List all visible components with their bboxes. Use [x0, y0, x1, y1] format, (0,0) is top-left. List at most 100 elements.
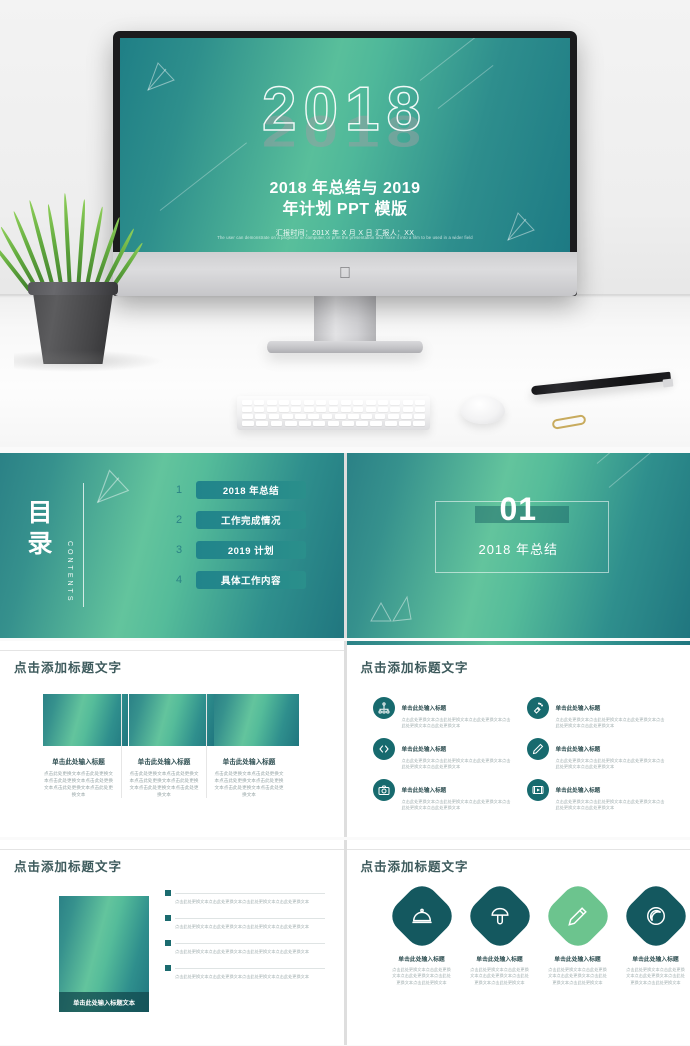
year-headline: 2018	[261, 74, 428, 144]
ppt-template-preview: 2018 2018 2018 年总结与 2019 年计划 PPT 模版 汇报时间…	[0, 0, 690, 1046]
content-card[interactable]: 单击此处输入标题 点击此处更换文本点击此处更换文本点击此处更换文本点击此处更换文…	[206, 694, 299, 798]
diamonds-slide[interactable]: 点击添加标题文字 单击此处输入标题 点击此处更换文本点击此处更换文本点击此处更换…	[346, 840, 690, 1045]
icon-item-body: 点击此处更换文本点击此处更换文本点击此处更换文本点击此处更换文本点击此处更换文本	[555, 799, 665, 810]
bullet-item[interactable]: 点击此处更换文本点击此处更换文本点击此处更换文本点击此处更换文本	[165, 965, 325, 980]
contents-item-label: 2019 计划	[196, 541, 306, 559]
card-heading: 单击此处输入标题	[222, 759, 276, 766]
cards-slide[interactable]: 点击添加标题文字 单击此处输入标题 点击此处更换文本点击此处更换文本点击此处更换…	[0, 641, 344, 837]
diamond-heading: 单击此处输入标题	[554, 957, 601, 963]
icon-list-item[interactable]: 单击此处输入标题 点击此处更换文本点击此处更换文本点击此处更换文本点击此处更换文…	[372, 738, 513, 774]
slide-row-2: 点击添加标题文字 单击此处输入标题 点击此处更换文本点击此处更换文本点击此处更换…	[0, 641, 690, 837]
imac-monitor: 2018 2018 2018 年总结与 2019 年计划 PPT 模版 汇报时间…	[113, 31, 577, 296]
contents-english-label: CONTENTS	[66, 541, 73, 604]
plant-shadow	[14, 350, 164, 372]
section-subtitle: 2018 年总结	[478, 542, 559, 557]
icon-list-slide[interactable]: 点击添加标题文字 单击此处输入标题 点击此处更换文本点击此处更换文本点击此处更换…	[346, 641, 690, 837]
cards-container: 单击此处输入标题 点击此处更换文本点击此处更换文本点击此处更换文本点击此处更换文…	[36, 694, 299, 798]
contents-item-number: 1	[176, 484, 183, 496]
diamond-heading: 单击此处输入标题	[398, 957, 445, 963]
contents-item-label: 具体工作内容	[196, 571, 306, 589]
content-card[interactable]: 单击此处输入标题 点击此处更换文本点击此处更换文本点击此处更换文本点击此处更换文…	[121, 694, 214, 798]
bullet-item[interactable]: 点击此处更换文本点击此处更换文本点击此处更换文本点击此处更换文本	[165, 890, 325, 905]
icon-list-item[interactable]: 单击此处输入标题 点击此处更换文本点击此处更换文本点击此处更换文本点击此处更换文…	[372, 697, 513, 733]
icon-item-heading: 单击此处输入标题	[401, 747, 447, 753]
swirl-circle-icon	[646, 907, 665, 925]
document-slide[interactable]: 点击添加标题文字 单击此处输入标题文本 点击此处更换文本点击此处更换文本点击此处…	[0, 840, 344, 1045]
slide-title: 2018 年总结与 2019 年计划 PPT 模版	[120, 178, 570, 220]
monitor-chin: 	[113, 252, 577, 296]
diamond-heading: 单击此处输入标题	[632, 957, 679, 963]
slide-divider	[0, 849, 344, 850]
card-image	[43, 694, 128, 746]
bullet-header	[165, 940, 325, 946]
monitor-stand-foot	[267, 341, 423, 353]
slide-heading: 点击添加标题文字	[14, 661, 123, 675]
org-chart-icon	[372, 697, 395, 719]
icon-item-text: 单击此处输入标题 点击此处更换文本点击此处更换文本点击此处更换文本点击此处更换文…	[402, 738, 513, 770]
diamond-item[interactable]: 单击此处输入标题 点击此处更换文本点击此处更换文本点击此处更换文本点击此处更换文…	[462, 879, 537, 986]
slide-row-1: 目录 CONTENTS 1 2018 年总结 2 工作完成情况 3 2019 计…	[0, 453, 690, 638]
slide-row-3: 点击添加标题文字 单击此处输入标题文本 点击此处更换文本点击此处更换文本点击此处…	[0, 840, 690, 1045]
diamond-item[interactable]: 单击此处输入标题 点击此处更换文本点击此处更换文本点击此处更换文本点击此处更换文…	[384, 879, 459, 986]
content-card[interactable]: 单击此处输入标题 点击此处更换文本点击此处更换文本点击此处更换文本点击此处更换文…	[36, 694, 128, 798]
bullet-header	[165, 965, 325, 971]
diamond-shape	[618, 879, 690, 953]
card-image	[129, 694, 214, 746]
diamond-body: 点击此处更换文本点击此处更换文本点击此处更换文本点击此处更换文本点击此处更换文本	[470, 967, 529, 985]
triangle-decor-icon	[369, 595, 412, 622]
card-body: 点击此处更换文本点击此处更换文本点击此处更换文本点击此处更换文本点击此处更换文本…	[214, 771, 284, 797]
contents-item[interactable]: 4 具体工作内容	[176, 571, 306, 589]
hero-mockup-photo: 2018 2018 2018 年总结与 2019 年计划 PPT 模版 汇报时间…	[0, 0, 690, 447]
slide-top-accent	[346, 641, 690, 645]
section-divider-slide[interactable]: 01 2018 年总结	[346, 453, 690, 638]
icon-item-heading: 单击此处输入标题	[401, 706, 447, 712]
card-body: 点击此处更换文本点击此处更换文本点击此处更换文本点击此处更换文本点击此处更换文本…	[129, 771, 199, 797]
plant-pot-rim	[28, 282, 118, 295]
diamond-group: 单击此处输入标题 点击此处更换文本点击此处更换文本点击此处更换文本点击此处更换文…	[384, 879, 690, 986]
bullet-item[interactable]: 点击此处更换文本点击此处更换文本点击此处更换文本点击此处更换文本	[165, 940, 325, 955]
keyboard	[237, 396, 430, 430]
slide-divider	[0, 650, 344, 651]
pencil-icon	[526, 738, 549, 760]
icon-item-text: 单击此处输入标题 点击此处更换文本点击此处更换文本点击此处更换文本点击此处更换文…	[556, 738, 667, 770]
slide-divider	[346, 849, 690, 850]
bullet-square-icon	[165, 965, 171, 971]
card-image	[214, 694, 299, 746]
bullet-list: 点击此处更换文本点击此处更换文本点击此处更换文本点击此处更换文本 点击此处更换文…	[165, 890, 325, 990]
slide-title-line2: 年计划 PPT 模版	[282, 201, 408, 218]
bullet-header	[165, 890, 325, 896]
document-image-caption: 单击此处输入标题文本	[59, 992, 149, 1012]
bullet-body: 点击此处更换文本点击此处更换文本点击此处更换文本点击此处更换文本	[175, 924, 310, 929]
food-cloche-icon	[411, 908, 432, 924]
icon-list-item[interactable]: 单击此处输入标题 点击此处更换文本点击此处更换文本点击此处更换文本点击此处更换文…	[372, 779, 513, 815]
diamond-item[interactable]: 单击此处输入标题 点击此处更换文本点击此处更换文本点击此处更换文本点击此处更换文…	[540, 879, 615, 986]
icon-item-body: 点击此处更换文本点击此处更换文本点击此处更换文本点击此处更换文本点击此处更换文本	[401, 758, 511, 769]
slide-title-line1: 2018 年总结与 2019	[269, 180, 421, 197]
bullet-square-icon	[165, 915, 171, 921]
film-icon	[526, 779, 549, 801]
diamond-body: 点击此处更换文本点击此处更换文本点击此处更换文本点击此处更换文本点击此处更换文本	[392, 967, 451, 985]
contents-item[interactable]: 2 工作完成情况	[176, 511, 306, 529]
contents-item[interactable]: 1 2018 年总结	[176, 481, 306, 499]
contents-item-label: 2018 年总结	[196, 481, 306, 499]
spray-can-icon	[526, 697, 549, 719]
contents-item[interactable]: 3 2019 计划	[176, 541, 306, 559]
icon-item-body: 点击此处更换文本点击此处更换文本点击此处更换文本点击此处更换文本点击此处更换文本	[555, 758, 665, 769]
icon-list-item[interactable]: 单击此处输入标题 点击此处更换文本点击此处更换文本点击此处更换文本点击此处更换文…	[526, 779, 667, 815]
icon-list-item[interactable]: 单击此处输入标题 点击此处更换文本点击此处更换文本点击此处更换文本点击此处更换文…	[526, 697, 667, 733]
icon-list-item[interactable]: 单击此处输入标题 点击此处更换文本点击此处更换文本点击此处更换文本点击此处更换文…	[526, 738, 667, 774]
diamond-heading: 单击此处输入标题	[476, 957, 523, 963]
triangle-decor-icon	[96, 469, 130, 504]
icon-list: 单击此处输入标题 点击此处更换文本点击此处更换文本点击此处更换文本点击此处更换文…	[372, 697, 673, 815]
bullet-square-icon	[165, 940, 171, 946]
card-heading: 单击此处输入标题	[52, 759, 105, 766]
contents-slide[interactable]: 目录 CONTENTS 1 2018 年总结 2 工作完成情况 3 2019 计…	[0, 453, 344, 638]
icon-item-text: 单击此处输入标题 点击此处更换文本点击此处更换文本点击此处更换文本点击此处更换文…	[556, 779, 667, 811]
diamond-body: 点击此处更换文本点击此处更换文本点击此处更换文本点击此处更换文本点击此处更换文本	[626, 967, 685, 985]
diamond-item[interactable]: 单击此处输入标题 点击此处更换文本点击此处更换文本点击此处更换文本点击此处更换文…	[618, 879, 690, 986]
bullet-body: 点击此处更换文本点击此处更换文本点击此处更换文本点击此处更换文本	[175, 974, 310, 979]
contents-item-label: 工作完成情况	[196, 511, 306, 529]
section-number: 01	[499, 491, 538, 527]
icon-item-heading: 单击此处输入标题	[401, 788, 447, 794]
bullet-item[interactable]: 点击此处更换文本点击此处更换文本点击此处更换文本点击此处更换文本	[165, 915, 325, 930]
